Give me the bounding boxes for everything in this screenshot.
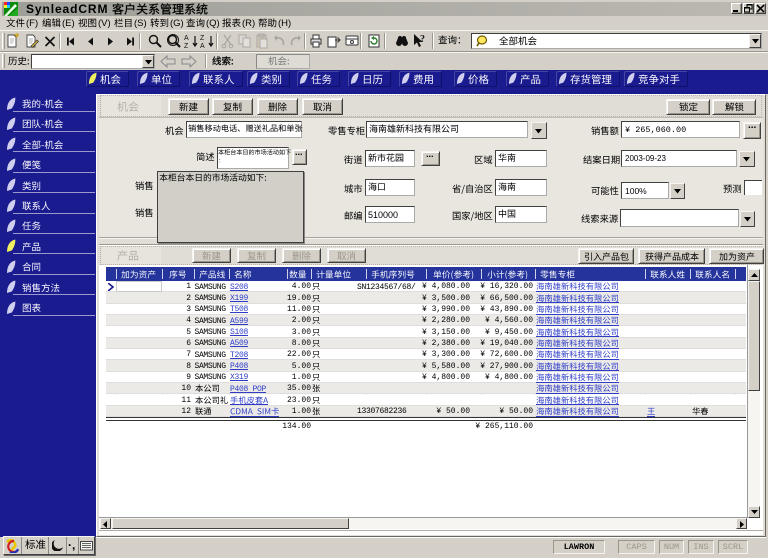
svg-text:?: ? <box>420 34 425 45</box>
svg-text:A: A <box>200 43 205 49</box>
svg-text:Z: Z <box>200 35 205 42</box>
svg-text:Z: Z <box>184 43 189 49</box>
svg-text:A: A <box>184 35 189 42</box>
